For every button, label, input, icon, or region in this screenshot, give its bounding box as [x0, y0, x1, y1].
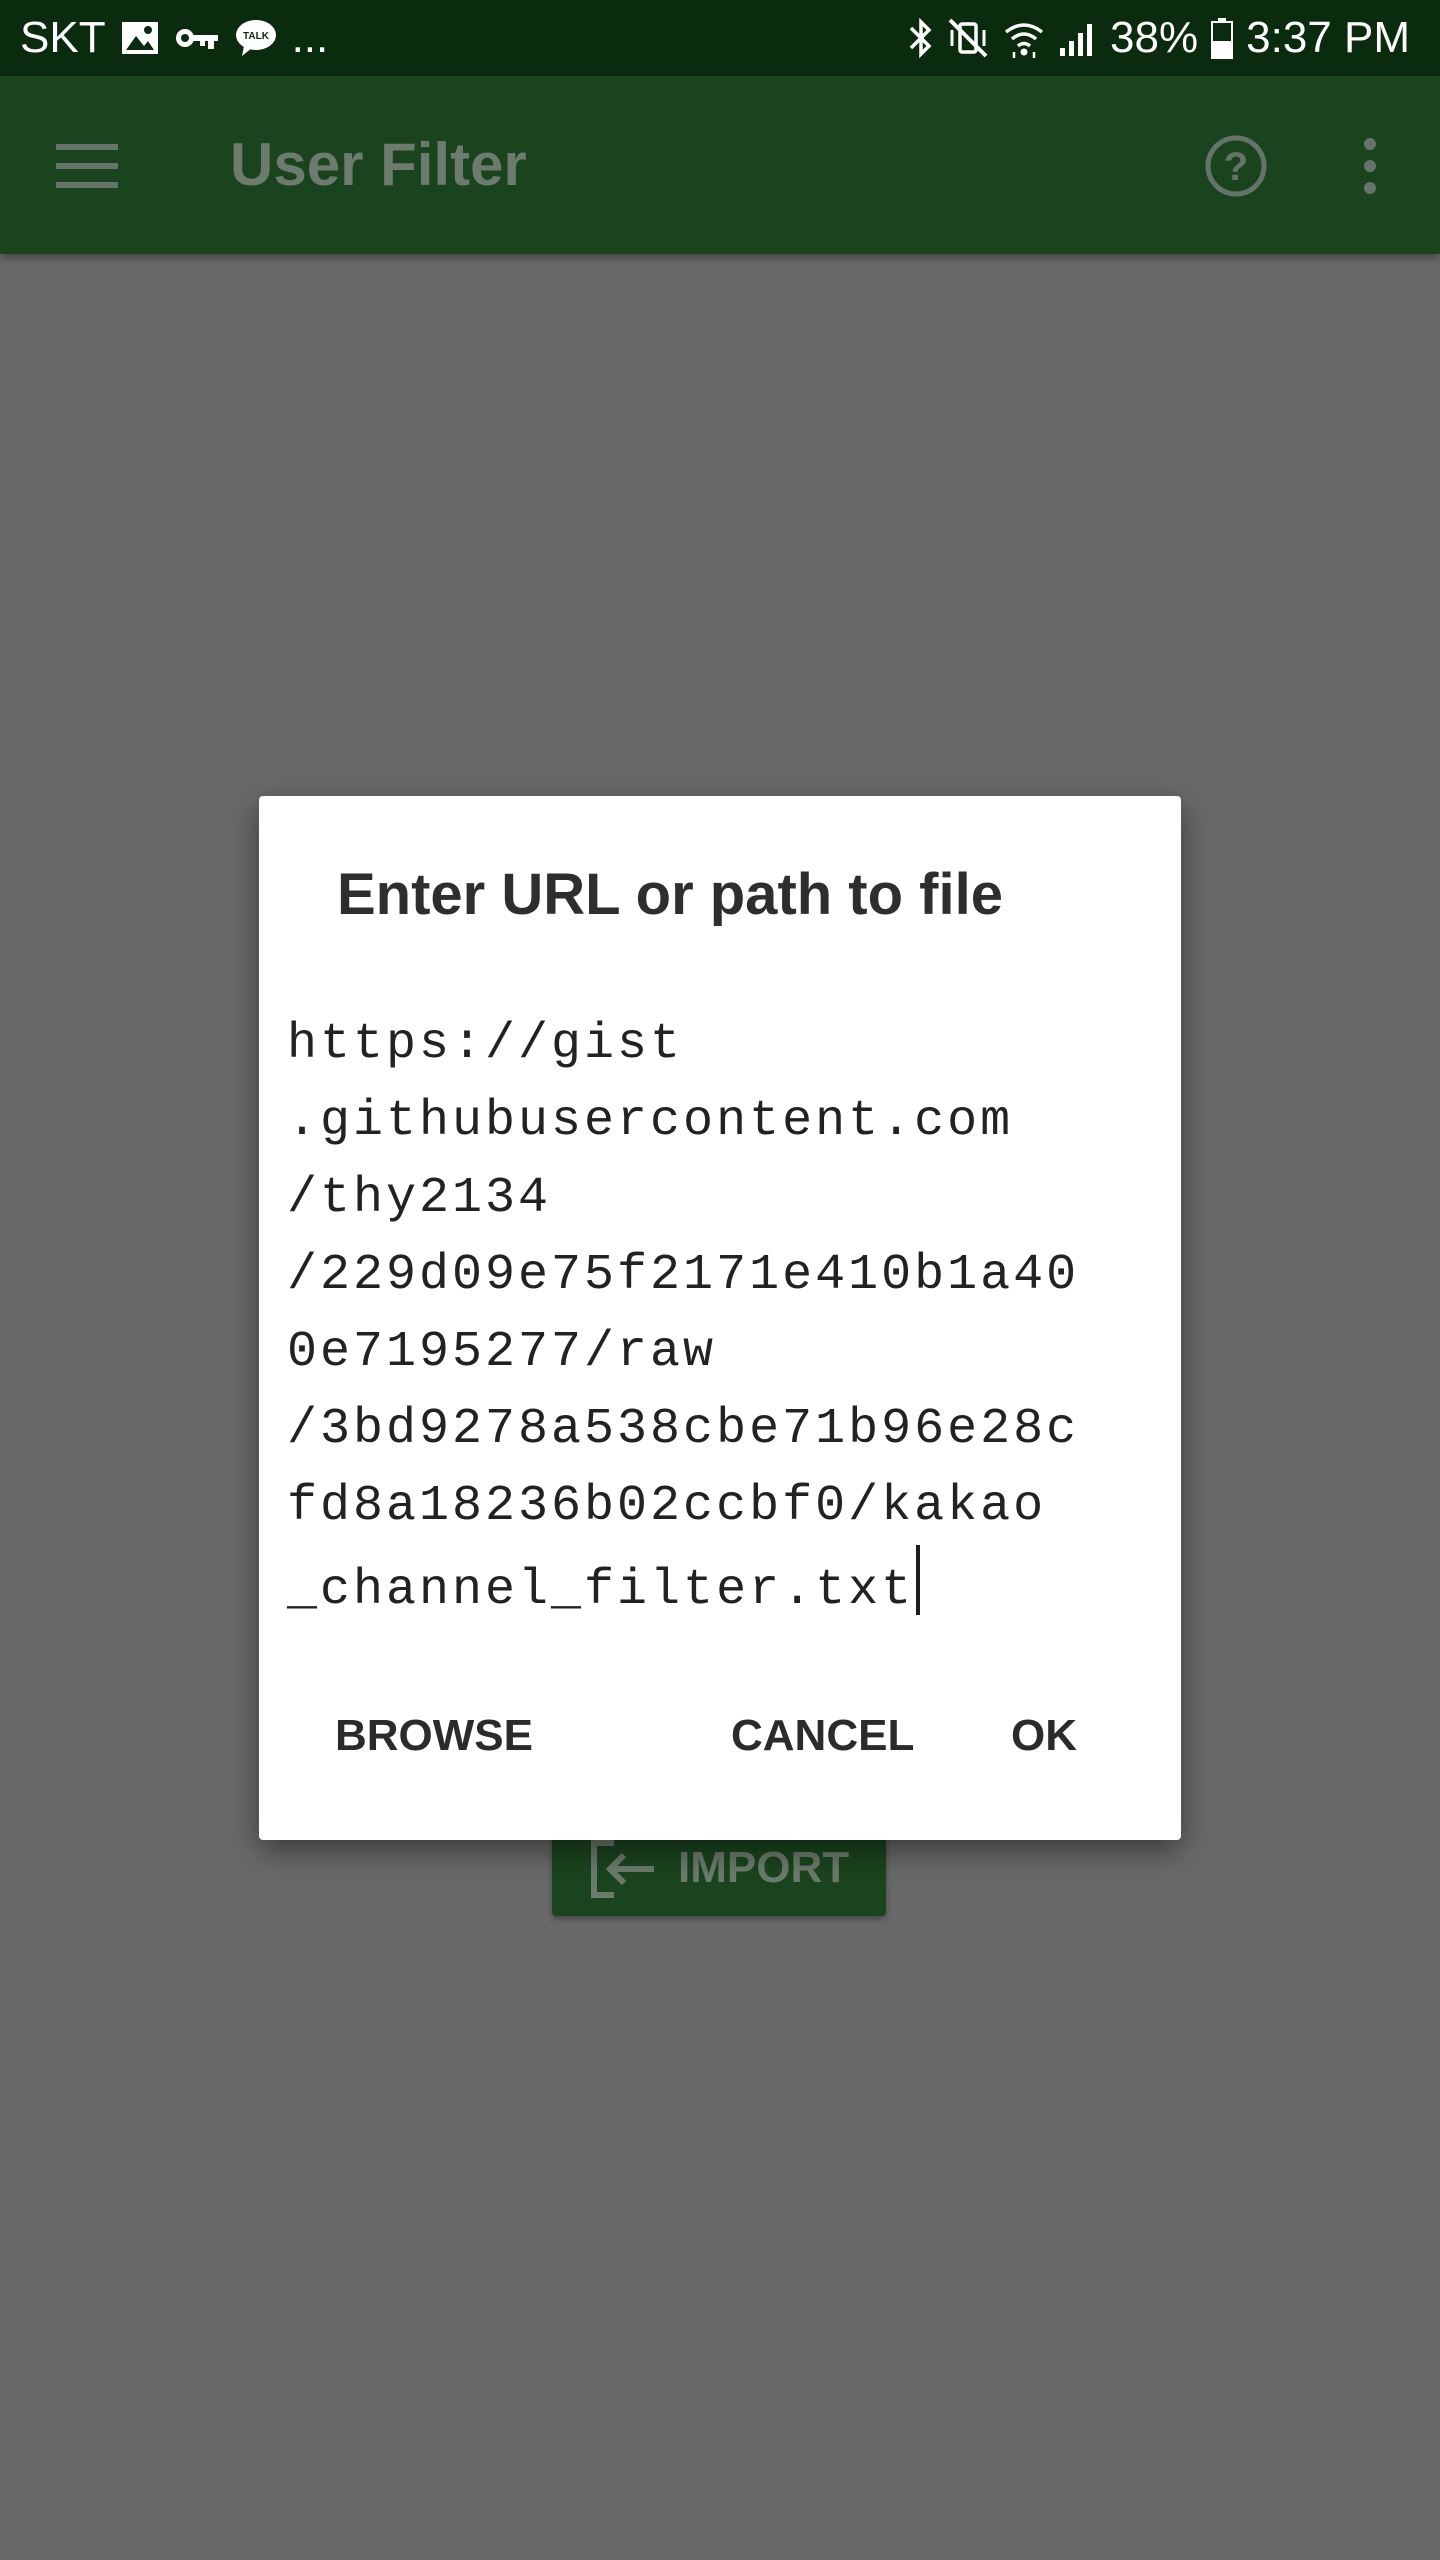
image-icon — [120, 20, 160, 56]
url-text-line: /229d09e75f2171e410b1a40 — [287, 1247, 1080, 1304]
talk-icon: TALK — [234, 18, 278, 58]
status-bar: SKT TALK ... 38% 3:37 PM — [0, 0, 1440, 76]
page-title: User Filter — [230, 131, 527, 198]
help-icon[interactable]: ? — [1204, 134, 1268, 198]
url-input-dialog: Enter URL or path to file https://gist .… — [259, 796, 1181, 1840]
url-text-line: fd8a18236b02ccbf0/kakao — [287, 1478, 1047, 1535]
svg-text:TALK: TALK — [243, 31, 270, 42]
cancel-button[interactable]: CANCEL — [731, 1706, 914, 1766]
import-label: IMPORT — [678, 1843, 850, 1892]
battery-icon — [1210, 17, 1234, 59]
svg-text:?: ? — [1224, 145, 1248, 189]
status-bar-right: 38% 3:37 PM — [908, 0, 1410, 76]
wifi-icon — [1002, 16, 1046, 60]
import-icon — [588, 1837, 658, 1899]
more-notifications-indicator: ... — [291, 13, 329, 62]
signal-icon — [1058, 18, 1098, 58]
overflow-menu-icon[interactable] — [1350, 134, 1390, 198]
url-text-last-line: _channel_filter.txt — [287, 1545, 1157, 1629]
status-bar-left: SKT TALK ... — [20, 0, 328, 76]
url-text-line: _channel_filter.txt — [287, 1562, 915, 1619]
hamburger-menu-icon[interactable] — [56, 142, 120, 190]
carrier-label: SKT — [20, 13, 106, 62]
key-icon — [174, 23, 220, 53]
url-text-line: 0e7195277/raw — [287, 1324, 717, 1381]
ok-button[interactable]: OK — [1011, 1706, 1077, 1766]
app-bar: User Filter ? — [0, 76, 1440, 254]
battery-percentage: 38% — [1110, 13, 1199, 62]
url-text-line: https://gist — [287, 1016, 684, 1073]
text-cursor — [916, 1545, 921, 1615]
url-text-line: /thy2134 — [287, 1170, 552, 1227]
url-input-field[interactable]: https://gist .githubusercontent.com /thy… — [287, 1006, 1157, 1629]
dialog-title: Enter URL or path to file — [337, 862, 1003, 927]
url-text-line: /3bd9278a538cbe71b96e28c — [287, 1401, 1080, 1458]
bluetooth-icon — [908, 16, 934, 60]
url-text-line: .githubusercontent.com — [287, 1093, 1014, 1150]
browse-button[interactable]: BROWSE — [335, 1706, 533, 1766]
status-time: 3:37 PM — [1246, 13, 1410, 62]
vibrate-mute-icon — [946, 16, 990, 60]
